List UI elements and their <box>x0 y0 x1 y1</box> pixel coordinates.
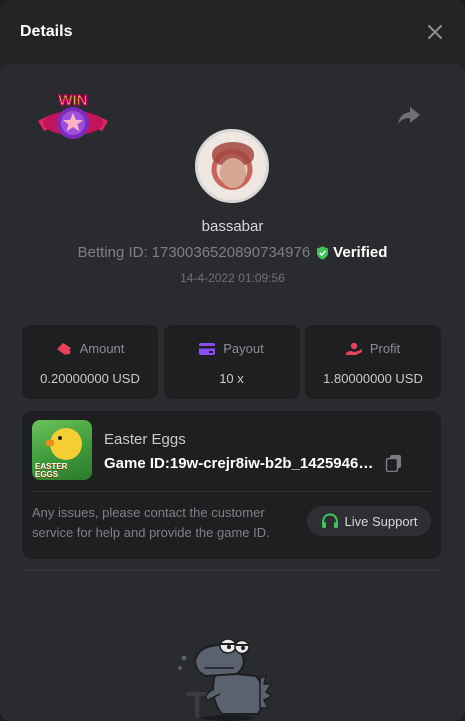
profit-icon <box>345 342 362 355</box>
verified-shield-icon <box>317 246 329 259</box>
win-badge-text: WIN <box>58 92 87 109</box>
live-support-label: Live Support <box>344 513 418 529</box>
stat-payout-label: Payout <box>223 341 264 356</box>
betting-id-value: 1730036520890734976 <box>151 244 311 261</box>
share-icon[interactable] <box>396 104 422 128</box>
game-id-row: Game ID: 19w-crejr8iw-b2b_14259463... <box>104 454 403 473</box>
game-thumb-text: EASTER EGGS <box>35 462 68 479</box>
stat-payout: Payout 10 x <box>163 325 300 399</box>
verified-badge: Verified <box>316 244 387 261</box>
modal-title: Details <box>20 23 73 40</box>
game-thumbnail[interactable]: EASTER EGGS <box>32 420 92 480</box>
game-id-label: Game ID: <box>104 454 170 472</box>
stat-amount-value: 0.20000000 USD <box>40 371 140 386</box>
live-support-button[interactable]: Live Support <box>307 506 431 536</box>
copy-icon[interactable] <box>385 454 403 473</box>
betting-id-line: Betting ID: 1730036520890734976 Verified <box>0 244 465 261</box>
stat-profit-label: Profit <box>369 341 401 356</box>
help-text: Any issues, please contact the customer … <box>32 505 270 540</box>
game-id-value: 19w-crejr8iw-b2b_14259463... <box>169 454 375 472</box>
modal-header: Details <box>0 0 465 64</box>
payout-card-icon <box>199 342 216 355</box>
game-name[interactable]: Easter Eggs <box>104 431 186 448</box>
stat-amount-label: Amount <box>79 341 125 356</box>
amount-icon <box>56 342 71 355</box>
stat-payout-value: 10 x <box>219 371 244 386</box>
card-divider <box>32 491 431 492</box>
stat-profit-value: 1.80000000 USD <box>323 371 423 386</box>
verified-label: Verified <box>333 244 388 261</box>
avatar <box>195 129 269 203</box>
stat-profit: Profit 1.80000000 USD <box>305 325 441 399</box>
username: bassabar <box>201 218 264 235</box>
game-card: EASTER EGGS Easter Eggs Game ID: 19w-cre… <box>22 411 441 559</box>
bet-datetime: 14-4-2022 01:09:56 <box>180 271 285 285</box>
close-icon[interactable] <box>425 22 445 42</box>
crocodile-mascot-icon <box>176 632 276 721</box>
modal-body: WIN bassabar Betting ID: 173003652089073… <box>0 64 465 721</box>
section-divider <box>22 570 441 571</box>
betting-id-label: Betting ID: <box>77 244 148 261</box>
headset-icon <box>321 512 338 528</box>
win-badge-icon: WIN <box>36 89 110 147</box>
details-modal: Details WIN bassabar Betting ID: 1730036… <box>0 0 465 721</box>
stats-row: Amount 0.20000000 USD Payout 10 x Profit… <box>22 325 441 399</box>
stat-amount: Amount 0.20000000 USD <box>22 325 158 399</box>
